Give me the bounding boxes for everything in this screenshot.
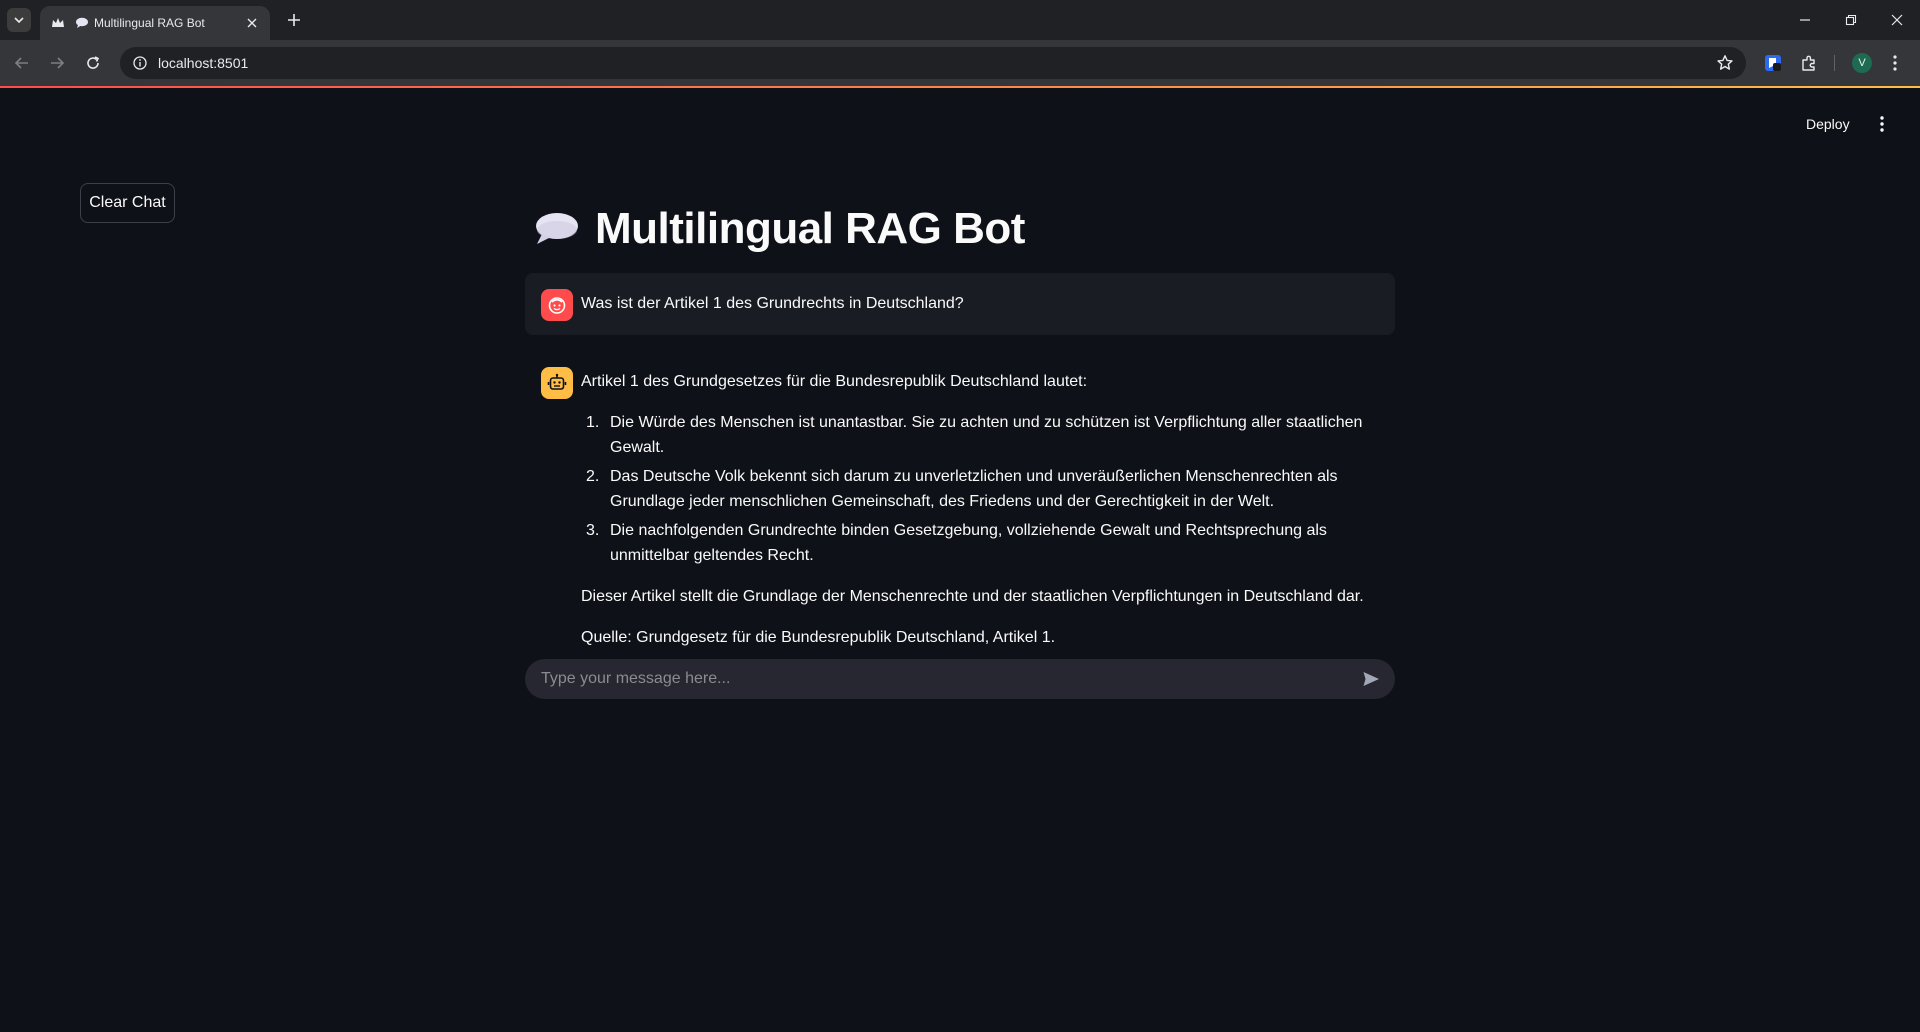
reload-icon <box>87 56 100 69</box>
list-item: 3. Die nachfolgenden Grundrechte binden … <box>581 518 1391 568</box>
user-message-text: Was ist der Artikel 1 des Grundrechts in… <box>581 295 964 312</box>
face-icon <box>548 297 566 314</box>
browser-tabstrip: Multilingual RAG Bot <box>0 0 1920 40</box>
star-icon[interactable] <box>1716 54 1734 72</box>
assistant-message-content: Artikel 1 des Grundgesetzes für die Bund… <box>581 369 1391 666</box>
arrow-left-icon <box>14 57 28 69</box>
tab-search-button[interactable] <box>7 8 31 32</box>
list-item-number: 2. <box>586 468 600 485</box>
clear-chat-button[interactable]: Clear Chat <box>80 183 175 223</box>
toolbar-divider <box>1834 55 1835 71</box>
extensions-puzzle-icon[interactable] <box>1798 52 1820 74</box>
assistant-avatar <box>541 367 573 399</box>
more-vertical-icon <box>1880 116 1884 132</box>
more-vertical-icon[interactable] <box>1884 52 1906 74</box>
close-window-button[interactable] <box>1874 0 1920 40</box>
robot-icon <box>547 373 567 390</box>
info-icon[interactable] <box>132 55 148 71</box>
user-avatar <box>541 289 573 321</box>
speech-balloon-icon <box>536 213 578 244</box>
list-item: 1. Die Würde des Menschen ist unantastba… <box>581 410 1391 460</box>
speech-balloon-icon <box>74 15 90 31</box>
chat-input-container <box>525 659 1395 699</box>
arrow-right-icon <box>51 57 65 69</box>
app-header-accent-line <box>0 86 1920 88</box>
back-button[interactable] <box>8 49 36 77</box>
list-item-number: 1. <box>586 414 600 431</box>
send-button[interactable] <box>1361 669 1381 689</box>
new-tab-button[interactable] <box>282 8 306 32</box>
page-title: Multilingual RAG Bot <box>595 204 1025 253</box>
send-icon <box>1363 672 1379 686</box>
chat-message-assistant: Artikel 1 des Grundgesetzes für die Bund… <box>525 355 1395 646</box>
address-bar[interactable]: localhost:8501 <box>120 47 1746 79</box>
page-title-row: Multilingual RAG Bot <box>533 200 1025 258</box>
chat-input[interactable] <box>541 659 1331 699</box>
restore-button[interactable] <box>1828 0 1874 40</box>
extension-shield-icon[interactable] <box>1762 52 1784 74</box>
close-icon <box>1891 14 1903 26</box>
article-list: 1. Die Würde des Menschen ist unantastba… <box>581 410 1391 568</box>
minimize-icon <box>1800 19 1810 21</box>
list-item-text: Die Würde des Menschen ist unantastbar. … <box>610 414 1363 456</box>
url-text: localhost:8501 <box>158 55 249 71</box>
list-item-number: 3. <box>586 522 600 539</box>
tab-title: Multilingual RAG Bot <box>94 16 205 30</box>
browser-tab[interactable]: Multilingual RAG Bot <box>40 6 270 40</box>
list-item-text: Die nachfolgenden Grundrechte binden Ges… <box>610 522 1327 564</box>
assistant-intro-text: Artikel 1 des Grundgesetzes für die Bund… <box>581 373 1088 390</box>
assistant-summary-text: Dieser Artikel stellt die Grundlage der … <box>581 588 1364 605</box>
main-menu-button[interactable] <box>1872 110 1892 138</box>
assistant-source-text: Quelle: Grundgesetz für die Bundesrepubl… <box>581 629 1056 646</box>
profile-avatar[interactable]: V <box>1852 53 1872 73</box>
browser-toolbar: localhost:8501 V <box>0 40 1920 86</box>
plus-icon <box>288 14 300 26</box>
forward-button[interactable] <box>43 49 71 77</box>
chevron-down-icon <box>14 17 24 24</box>
crown-icon <box>50 15 66 31</box>
close-icon[interactable] <box>244 15 260 31</box>
minimize-button[interactable] <box>1782 0 1828 40</box>
restore-icon <box>1845 14 1857 26</box>
reload-button[interactable] <box>79 49 107 77</box>
chat-message-user: Was ist der Artikel 1 des Grundrechts in… <box>525 273 1395 335</box>
deploy-button[interactable]: Deploy <box>1800 110 1856 138</box>
list-item-text: Das Deutsche Volk bekennt sich darum zu … <box>610 468 1338 510</box>
list-item: 2. Das Deutsche Volk bekennt sich darum … <box>581 464 1391 514</box>
